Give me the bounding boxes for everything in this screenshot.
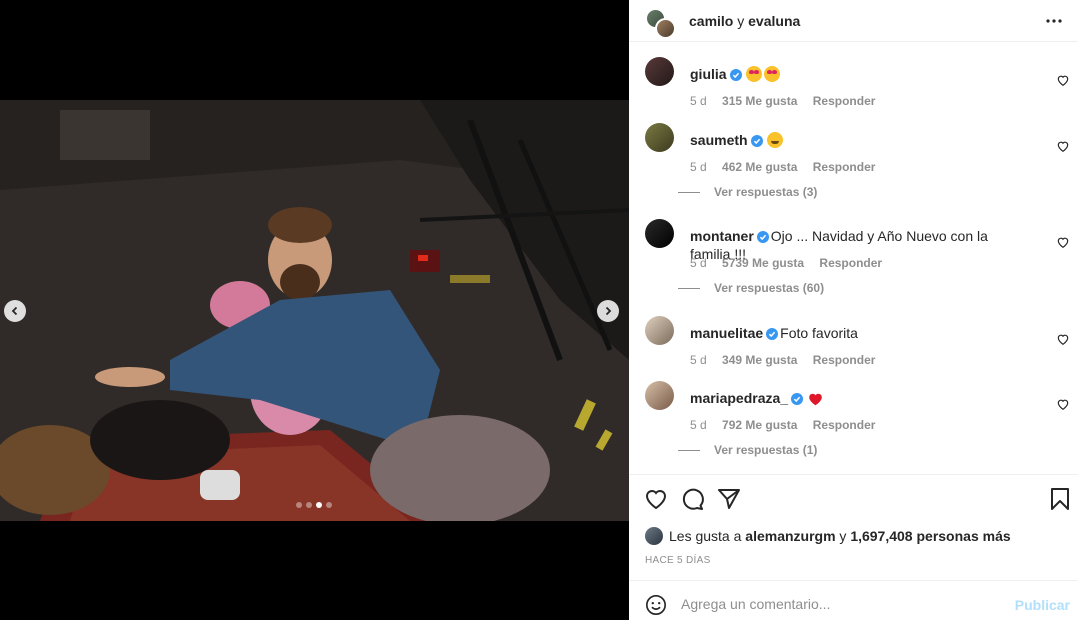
comment-likes[interactable]: 315 Me gusta [722,94,797,108]
post-panel: camilo y evaluna giulia 5 d 315 Me gusta… [629,0,1078,620]
reply-button[interactable]: Responder [819,256,882,270]
view-replies-label: Ver respuestas (1) [714,443,818,457]
avatar [655,17,676,39]
liker-username[interactable]: alemanzurgm [745,528,835,544]
divider [678,191,700,193]
comment-like-heart-icon[interactable] [1056,139,1070,153]
comment-username[interactable]: manuelitae [690,325,763,341]
post-actions: Les gusta a alemanzurgm y 1,697,408 pers… [629,474,1078,580]
next-photo-button[interactable] [597,300,619,322]
likes-joiner: y [839,528,847,544]
verified-badge-icon [729,69,742,81]
carousel-dot [296,502,302,508]
post-authors: camilo y evaluna [689,13,800,29]
save-bookmark-icon[interactable] [1048,487,1072,511]
comment-meta: 5 d 315 Me gusta Responder [690,94,887,108]
grinning-emoji-icon [766,132,783,148]
comment-username[interactable]: giulia [690,66,727,82]
comment-age[interactable]: 5 d [690,94,707,108]
comment-age[interactable]: 5 d [690,256,707,270]
comment-content: Foto favorita [780,325,858,341]
comment-like-heart-icon[interactable] [1056,397,1070,411]
comment-text: manuelitae Foto favorita [690,324,1030,342]
likes-count[interactable]: 1,697,408 personas más [850,528,1010,544]
red-heart-emoji-icon [809,393,822,406]
avatar[interactable] [645,123,674,152]
view-replies-button[interactable]: Ver respuestas (3) [678,185,817,199]
verified-badge-icon [750,135,763,147]
chevron-left-icon [11,306,18,316]
author-avatars[interactable] [645,5,677,39]
divider [678,449,700,451]
reply-button[interactable]: Responder [813,353,876,367]
heart-eyes-emoji-icon [763,66,780,82]
publish-button[interactable]: Publicar [1015,597,1070,613]
post-header: camilo y evaluna [629,0,1078,42]
avatar[interactable] [645,316,674,345]
comment-like-heart-icon[interactable] [1056,332,1070,346]
verified-badge-icon [791,393,804,405]
share-send-icon[interactable] [717,487,741,511]
reply-button[interactable]: Responder [813,94,876,108]
heart-eyes-emoji-icon [745,66,762,82]
comment-age[interactable]: 5 d [690,160,707,174]
comment-username[interactable]: saumeth [690,132,748,148]
avatar [645,527,663,545]
comment-age[interactable]: 5 d [690,418,707,432]
post-photo [0,100,629,521]
carousel-dot [316,502,322,508]
authors-joiner: y [737,12,745,29]
comment-likes[interactable]: 349 Me gusta [722,353,797,367]
previous-photo-button[interactable] [4,300,26,322]
avatar[interactable] [645,57,674,86]
carousel-dots [296,502,332,508]
likes-prefix: Les gusta a [669,528,742,544]
view-replies-label: Ver respuestas (3) [714,185,818,199]
comment-text: giulia [690,65,1030,83]
comment-input[interactable] [681,591,1011,617]
comment-icon[interactable] [680,487,704,511]
comment-meta: 5 d 349 Me gusta Responder [690,353,887,367]
view-replies-button[interactable]: Ver respuestas (1) [678,443,817,457]
comment-text: saumeth [690,131,1030,149]
author-link[interactable]: camilo [689,13,733,29]
likes-summary: Les gusta a alemanzurgm y 1,697,408 pers… [645,527,1011,545]
comment-meta: 5 d 792 Me gusta Responder [690,418,887,432]
verified-badge-icon [766,328,779,340]
avatar[interactable] [645,381,674,410]
carousel-dot [306,502,312,508]
author-link[interactable]: evaluna [748,13,800,29]
comment-likes[interactable]: 5739 Me gusta [722,256,804,270]
comment-meta: 5 d 5739 Me gusta Responder [690,256,894,270]
post-media [0,0,629,620]
comments-list[interactable]: giulia 5 d 315 Me gusta Responder saumet… [629,43,1078,474]
divider [678,287,700,289]
view-replies-button[interactable]: Ver respuestas (60) [678,281,824,295]
more-options-button[interactable] [1042,10,1066,32]
post-timestamp[interactable]: HACE 5 DÍAS [645,555,711,566]
comment-likes[interactable]: 462 Me gusta [722,160,797,174]
chevron-right-icon [605,306,612,316]
comment-username[interactable]: mariapedraza_ [690,390,788,406]
like-heart-icon[interactable] [644,487,668,511]
photo-illustration [0,100,629,521]
emoji-picker-icon[interactable] [645,594,667,616]
view-replies-label: Ver respuestas (60) [714,281,825,295]
comment-likes[interactable]: 792 Me gusta [722,418,797,432]
comment-age[interactable]: 5 d [690,353,707,367]
comment-text: mariapedraza_ [690,389,1030,407]
comment-username[interactable]: montaner [690,228,754,244]
verified-badge-icon [756,231,769,243]
carousel-dot [326,502,332,508]
add-comment-bar: Publicar [629,580,1078,620]
avatar[interactable] [645,219,674,248]
more-icon [1046,19,1062,23]
comment-meta: 5 d 462 Me gusta Responder [690,160,887,174]
comment-like-heart-icon[interactable] [1056,73,1070,87]
comment-like-heart-icon[interactable] [1056,235,1070,249]
reply-button[interactable]: Responder [813,418,876,432]
reply-button[interactable]: Responder [813,160,876,174]
